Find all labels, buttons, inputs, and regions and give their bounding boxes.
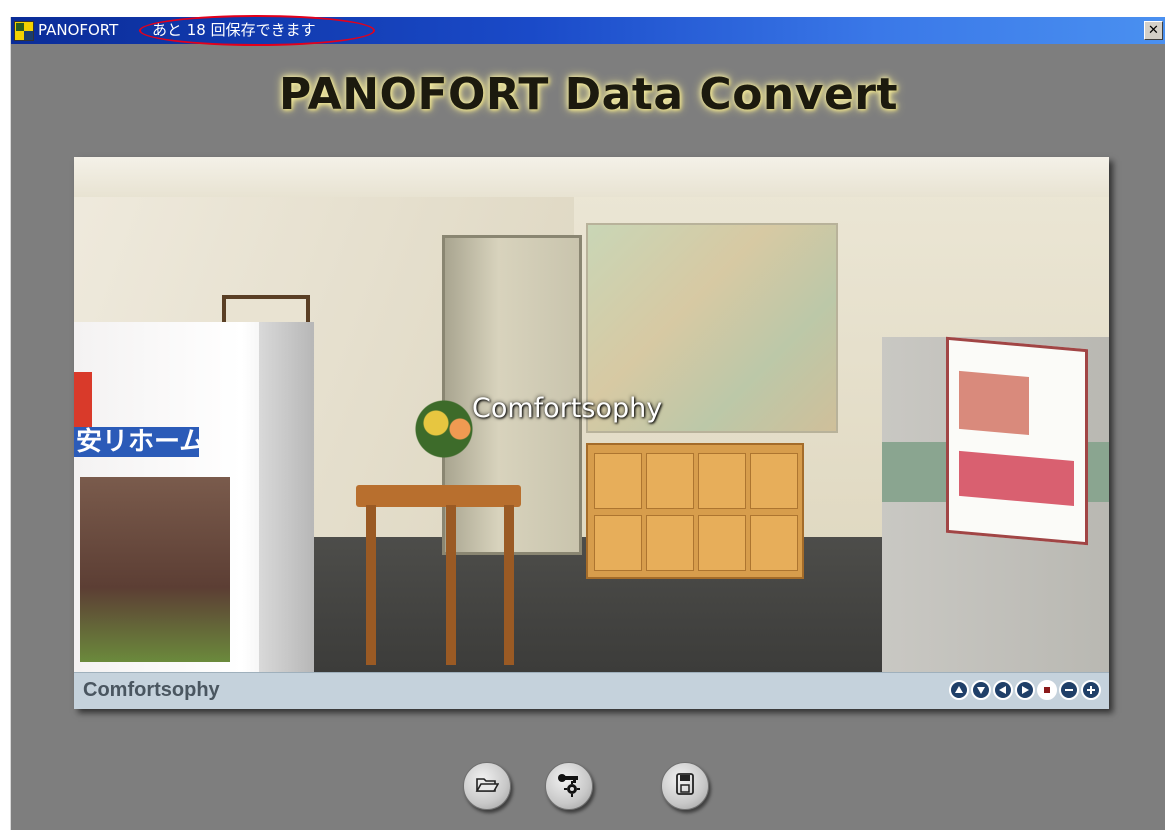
zoom-in-icon[interactable]	[1081, 680, 1101, 700]
close-button[interactable]: ✕	[1144, 21, 1163, 40]
highlight-ellipse	[139, 15, 375, 46]
overlay-logo: Comfortsophy	[472, 393, 663, 424]
up-icon[interactable]	[949, 680, 969, 700]
save-button[interactable]	[661, 762, 709, 810]
right-icon[interactable]	[1015, 680, 1035, 700]
panorama-image[interactable]: 安リホーム Comfortsophy	[74, 157, 1109, 672]
settings-button[interactable]	[545, 762, 593, 810]
viewer-nav-controls	[949, 680, 1101, 700]
down-icon[interactable]	[971, 680, 991, 700]
stop-icon[interactable]	[1037, 680, 1057, 700]
app-icon	[14, 21, 34, 41]
settings-icon	[555, 770, 583, 802]
open-folder-button[interactable]	[463, 762, 511, 810]
window-title: PANOFORT	[38, 21, 119, 39]
open-folder-icon	[475, 773, 500, 799]
app-window: PANOFORT あと 18 回保存できます ✕ PANOFORT Data C…	[10, 15, 1165, 830]
viewer-caption: Comfortsophy	[83, 679, 220, 701]
left-icon[interactable]	[993, 680, 1013, 700]
save-icon	[674, 772, 696, 800]
viewer-info-bar: Comfortsophy	[74, 672, 1109, 709]
page-title: PANOFORT Data Convert	[278, 69, 899, 120]
zoom-out-icon[interactable]	[1059, 680, 1079, 700]
title-bar: PANOFORT あと 18 回保存できます ✕	[11, 15, 1165, 46]
panorama-viewer[interactable]: 安リホーム Comfortsophy Comfortsophy	[74, 157, 1109, 709]
